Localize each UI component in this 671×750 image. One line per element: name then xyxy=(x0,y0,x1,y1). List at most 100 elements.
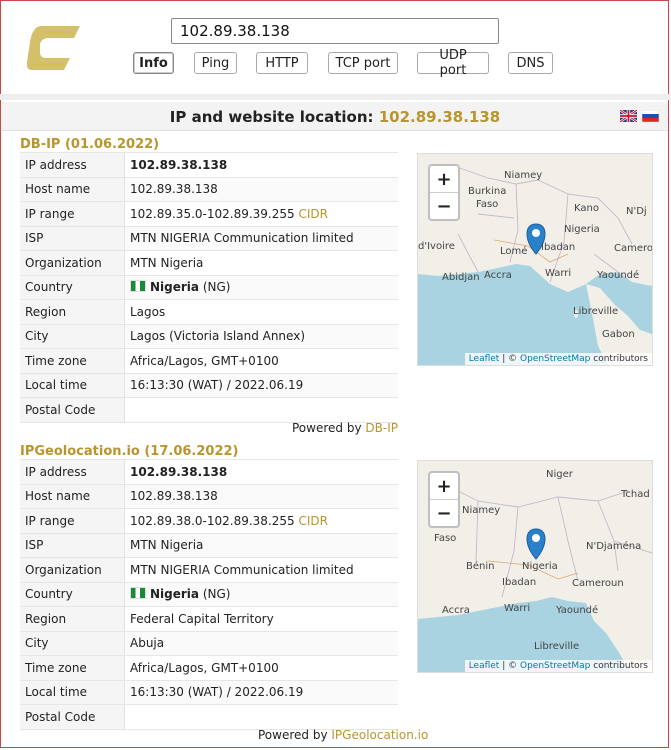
row-key: City xyxy=(20,630,125,656)
map-label: N'Djaména xyxy=(586,541,642,552)
table-row: IP address 102.89.38.138 xyxy=(20,459,398,485)
row-key: ISP xyxy=(20,225,125,251)
map-label: Lomé xyxy=(500,246,528,257)
map-zoom-control: + − xyxy=(428,164,460,221)
country-name: Nigeria xyxy=(150,280,200,295)
map-label: Kano xyxy=(574,203,599,214)
map-ipgeolocation[interactable]: Niger Tchad Niamey Faso Nigeria N'Djamén… xyxy=(417,460,653,673)
powered-prefix: Powered by xyxy=(292,421,362,435)
zoom-out-button[interactable]: − xyxy=(430,192,458,219)
section-title-dbip: DB-IP (01.06.2022) xyxy=(20,137,160,152)
row-value: 16:13:30 (WAT) / 2022.06.19 xyxy=(124,372,398,398)
row-value: Africa/Lagos, GMT+0100 xyxy=(124,655,398,681)
table-row: Host name 102.89.38.138 xyxy=(20,483,398,509)
table-row: IP range 102.89.35.0-102.89.39.255 CIDR xyxy=(20,201,398,227)
russian-flag-icon[interactable] xyxy=(642,110,659,122)
map-label: Cameroun xyxy=(572,578,624,589)
map-label: Warri xyxy=(504,603,531,614)
table-row: Local time 16:13:30 (WAT) / 2022.06.19 xyxy=(20,679,398,705)
osm-link[interactable]: OpenStreetMap xyxy=(520,354,590,364)
osm-link[interactable]: OpenStreetMap xyxy=(520,661,590,671)
row-key: Country xyxy=(20,581,125,607)
zoom-out-button[interactable]: − xyxy=(430,499,458,526)
map-label: Niamey xyxy=(462,505,501,516)
table-row: Country Nigeria (NG) xyxy=(20,581,398,607)
nav-dns-button[interactable]: DNS xyxy=(508,52,553,74)
row-key: Organization xyxy=(20,557,125,583)
info-table-ipgeolocation: IP address 102.89.38.138 Host name 102.89.… xyxy=(20,459,398,730)
title-prefix: IP and website location: xyxy=(169,108,374,126)
logo-icon[interactable] xyxy=(26,24,80,72)
map-label: Burkina xyxy=(468,186,507,197)
map-label: Libreville xyxy=(534,641,580,652)
english-flag-icon[interactable] xyxy=(620,110,637,122)
row-key: Time zone xyxy=(20,655,125,681)
zoom-in-button[interactable]: + xyxy=(430,473,458,499)
row-key: Country xyxy=(20,274,125,300)
header: Info Ping HTTP TCP port UDP port DNS xyxy=(0,0,671,90)
nav-info-button[interactable]: Info xyxy=(133,52,174,74)
row-value: MTN NIGERIA Communication limited xyxy=(124,225,398,251)
row-key: Region xyxy=(20,606,125,632)
row-key: IP range xyxy=(20,201,125,227)
row-key: Local time xyxy=(20,372,125,398)
table-row: Country Nigeria (NG) xyxy=(20,274,398,300)
section-title-ipgeolocation: IPGeolocation.io (17.06.2022) xyxy=(20,444,239,459)
map-label: Faso xyxy=(434,533,457,544)
nav-ping-button[interactable]: Ping xyxy=(194,52,237,74)
row-value-cell: 102.89.35.0-102.89.39.255 CIDR xyxy=(124,201,398,227)
map-label: Bénin xyxy=(466,561,495,572)
leaflet-link[interactable]: Leaflet xyxy=(469,661,500,671)
header-separator xyxy=(0,94,671,100)
table-row: Time zone Africa/Lagos, GMT+0100 xyxy=(20,655,398,681)
powered-by-ipgeolocation: Powered by IPGeolocation.io xyxy=(258,728,428,742)
row-key: Region xyxy=(20,299,125,325)
page-title: IP and website location: 102.89.38.138 xyxy=(0,108,670,126)
map-label: Gabon xyxy=(602,329,635,340)
table-row: Region Lagos xyxy=(20,299,398,325)
row-key: City xyxy=(20,323,125,349)
nav-tcp-port-button[interactable]: TCP port xyxy=(328,52,398,74)
row-key: IP address xyxy=(20,459,125,485)
table-row: Organization MTN NIGERIA Communication li… xyxy=(20,557,398,583)
cidr-link[interactable]: CIDR xyxy=(298,207,328,221)
map-label: Abidjan xyxy=(442,272,480,283)
nav-udp-port-button[interactable]: UDP port xyxy=(417,48,489,78)
leaflet-link[interactable]: Leaflet xyxy=(469,354,500,364)
row-value xyxy=(124,397,398,423)
attr-sep: | © xyxy=(502,661,518,671)
map-label: Tchad xyxy=(621,489,650,500)
map-label: Ibadan xyxy=(541,242,576,253)
table-row: City Abuja xyxy=(20,630,398,656)
row-key: Postal Code xyxy=(20,397,125,423)
country-name: Nigeria xyxy=(150,587,200,602)
table-row: Region Federal Capital Territory xyxy=(20,606,398,632)
table-row: ISP MTN NIGERIA Communication limited xyxy=(20,225,398,251)
row-value: Federal Capital Territory xyxy=(124,606,398,632)
search-input[interactable] xyxy=(171,18,499,44)
row-key: IP address xyxy=(20,152,125,178)
cidr-link[interactable]: CIDR xyxy=(298,514,328,528)
map-label: d'Ivoire xyxy=(418,241,455,252)
row-value-cell: 102.89.38.0-102.89.38.255 CIDR xyxy=(124,508,398,534)
map-attribution: Leaflet | © OpenStreetMap contributors xyxy=(464,660,652,672)
row-value: MTN Nigeria xyxy=(124,250,398,276)
ipgeolocation-link[interactable]: IPGeolocation.io xyxy=(331,728,428,742)
row-value: 102.89.38.138 xyxy=(124,459,398,485)
row-value: 16:13:30 (WAT) / 2022.06.19 xyxy=(124,679,398,705)
row-value: Lagos (Victoria Island Annex) xyxy=(124,323,398,349)
map-label: N'Dj xyxy=(626,206,647,217)
table-row: Time zone Africa/Lagos, GMT+0100 xyxy=(20,348,398,374)
map-label: Ibadan xyxy=(502,577,537,588)
row-value: MTN Nigeria xyxy=(124,532,398,558)
map-dbip[interactable]: Niamey Burkina Faso Kano N'Dj Nigeria d'… xyxy=(417,153,653,366)
table-row: Organization MTN Nigeria xyxy=(20,250,398,276)
nigeria-flag-icon xyxy=(130,280,146,293)
row-key: Organization xyxy=(20,250,125,276)
nav-http-button[interactable]: HTTP xyxy=(256,52,308,74)
map-label: Warri xyxy=(545,268,572,279)
zoom-in-button[interactable]: + xyxy=(430,166,458,192)
map-zoom-control: + − xyxy=(428,471,460,528)
row-key: Host name xyxy=(20,483,125,509)
dbip-link[interactable]: DB-IP xyxy=(365,421,398,435)
